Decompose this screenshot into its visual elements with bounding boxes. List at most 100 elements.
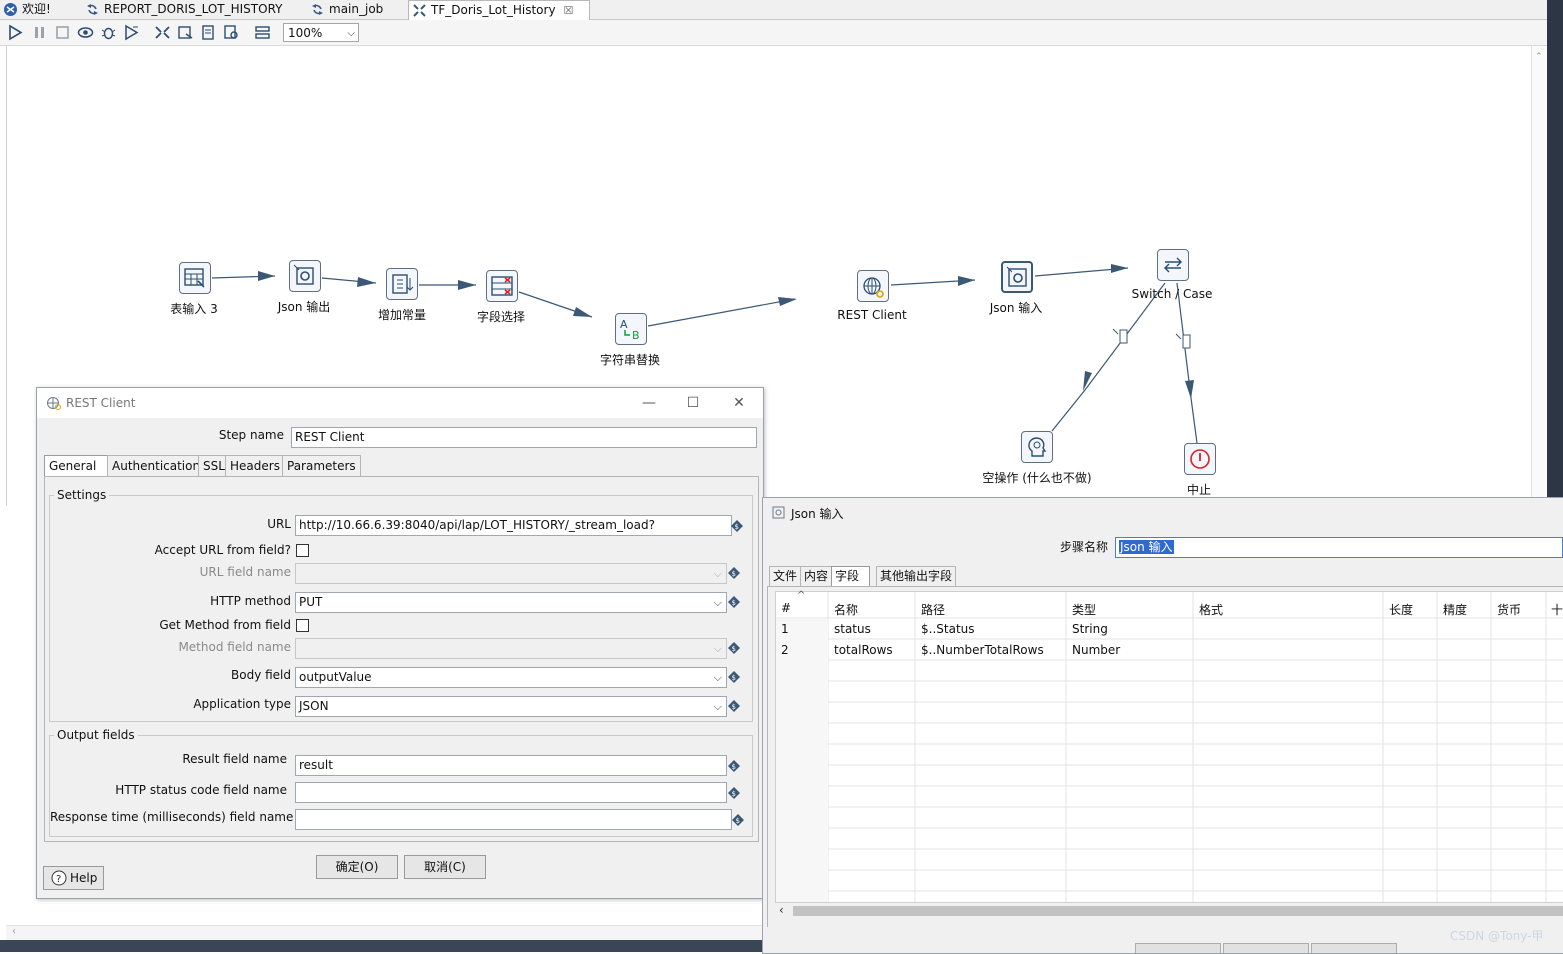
svg-text:?: ? <box>56 874 61 885</box>
variable-icon[interactable]: $ <box>728 567 740 579</box>
url-input[interactable]: http://10.66.6.39:8040/api/lap/LOT_HISTO… <box>295 515 732 536</box>
application-type-label: Application type <box>193 697 291 711</box>
help-icon: ? <box>51 870 67 886</box>
column-header[interactable]: 路径 <box>921 601 945 618</box>
hop-line[interactable] <box>1051 389 1086 432</box>
hop-line[interactable] <box>1190 397 1198 444</box>
sort-ascending-icon[interactable]: ^ <box>797 590 805 601</box>
table-cell[interactable]: $..NumberTotalRows <box>921 643 1044 657</box>
tab-headers[interactable]: Headers <box>225 455 285 477</box>
step-add-constants[interactable] <box>386 268 418 300</box>
variable-icon[interactable]: $ <box>728 642 740 654</box>
step-abort[interactable] <box>1184 443 1216 475</box>
table-cell[interactable]: 1 <box>781 622 789 636</box>
chevron-down-icon: ⌵ <box>713 642 722 655</box>
column-header[interactable]: 货币 <box>1497 601 1521 618</box>
minimize-icon[interactable]: — <box>629 392 669 414</box>
body-field-select[interactable]: outputValue ⌵ <box>295 667 727 688</box>
http-method-select[interactable]: PUT ⌵ <box>295 592 727 613</box>
response-time-field-label: Response time (milliseconds) field name <box>50 810 294 824</box>
get-method-checkbox[interactable] <box>296 619 309 632</box>
variable-icon[interactable]: $ <box>728 787 740 799</box>
step-dummy[interactable] <box>1021 431 1053 463</box>
scrollbar-thumb[interactable] <box>793 906 1563 916</box>
help-button[interactable]: ? Help <box>43 866 104 890</box>
hop-arrow-icon <box>1083 371 1092 391</box>
column-header[interactable]: 精度 <box>1443 601 1467 618</box>
step-table-input[interactable] <box>179 262 211 294</box>
maximize-icon[interactable]: ☐ <box>673 392 713 414</box>
dialog-title: Json 输入 <box>791 507 844 521</box>
step-label: Switch / Case <box>1131 287 1213 301</box>
column-header[interactable]: 长度 <box>1389 601 1413 618</box>
tab-general[interactable]: General <box>44 455 111 477</box>
step-name-input[interactable]: REST Client <box>291 427 757 448</box>
tab-fields[interactable]: 字段 <box>831 566 870 587</box>
column-header[interactable]: 名称 <box>834 601 858 618</box>
tab-content[interactable]: 内容 <box>800 566 833 587</box>
column-header[interactable]: 类型 <box>1072 601 1096 618</box>
cancel-button[interactable]: 取消(C) <box>404 855 486 879</box>
table-horizontal-scrollbar[interactable]: ‹ <box>775 903 1563 919</box>
step-name-input[interactable]: Json 输入 <box>1115 537 1563 558</box>
chevron-down-icon: ⌵ <box>713 700 722 713</box>
step-select-values[interactable] <box>486 270 518 302</box>
step-label: 中止 <box>1186 483 1212 497</box>
fields-table[interactable] <box>775 591 1563 903</box>
table-cell[interactable]: status <box>834 622 871 636</box>
application-type-select[interactable]: JSON ⌵ <box>295 696 727 717</box>
hop-arrow-icon <box>778 297 797 306</box>
response-time-field-input[interactable] <box>295 809 732 830</box>
step-switch-case[interactable] <box>1157 249 1189 281</box>
table-cell[interactable]: 2 <box>781 643 789 657</box>
accept-url-checkbox[interactable] <box>296 544 309 557</box>
column-header[interactable]: 十 <box>1551 601 1563 618</box>
switch-case-target-icon <box>1112 328 1128 344</box>
step-rest-client[interactable] <box>857 270 889 302</box>
table-cell[interactable]: $..Status <box>921 622 975 636</box>
variable-icon[interactable]: $ <box>728 671 740 683</box>
json-input-icon <box>1006 266 1027 287</box>
variable-icon[interactable]: $ <box>728 596 740 608</box>
svg-text:A: A <box>620 318 628 331</box>
dummy-icon <box>1028 437 1047 457</box>
hop-line[interactable] <box>647 298 796 327</box>
tab-file[interactable]: 文件 <box>769 566 802 587</box>
result-field-input[interactable]: result <box>295 755 727 776</box>
table-cell[interactable]: totalRows <box>834 643 893 657</box>
variable-icon[interactable]: $ <box>732 814 744 826</box>
add-constants-icon <box>392 274 414 294</box>
get-method-label: Get Method from field <box>159 618 291 632</box>
svg-text:$: $ <box>732 674 736 682</box>
abort-icon <box>1190 449 1210 469</box>
table-cell[interactable]: String <box>1072 622 1108 636</box>
step-json-output[interactable] <box>289 260 321 292</box>
tab-parameters[interactable]: Parameters <box>282 455 361 477</box>
step-label: 表输入 3 <box>170 302 218 316</box>
tab-other-output-fields[interactable]: 其他输出字段 <box>876 566 957 587</box>
ok-button[interactable]: 确定(O) <box>316 855 398 879</box>
result-field-label: Result field name <box>182 752 287 766</box>
variable-icon[interactable]: $ <box>728 760 740 772</box>
step-string-replace[interactable]: AB <box>615 313 647 345</box>
http-status-field-input[interactable] <box>295 782 727 803</box>
variable-icon[interactable]: $ <box>731 520 743 532</box>
url-field-name-label: URL field name <box>199 565 291 579</box>
svg-text:$: $ <box>732 599 736 607</box>
close-icon[interactable]: ✕ <box>719 392 759 414</box>
hop-arrow-icon <box>573 307 592 317</box>
step-name-label: Step name <box>218 428 284 442</box>
step-json-input[interactable] <box>1001 261 1033 293</box>
svg-text:B: B <box>632 329 640 341</box>
step-label: 字符串替换 <box>599 353 661 367</box>
scroll-left-icon[interactable]: ‹ <box>779 903 784 917</box>
column-header[interactable]: # <box>781 601 791 615</box>
variable-icon[interactable]: $ <box>728 700 740 712</box>
canvas-horizontal-scrollbar[interactable]: ‹ <box>6 925 762 940</box>
method-field-name-select: ⌵ <box>295 638 727 659</box>
select-values-icon <box>491 276 513 296</box>
http-status-field-label: HTTP status code field name <box>115 783 287 797</box>
tab-authentication[interactable]: Authentication <box>107 455 206 477</box>
table-cell[interactable]: Number <box>1072 643 1120 657</box>
column-header[interactable]: 格式 <box>1199 601 1223 618</box>
